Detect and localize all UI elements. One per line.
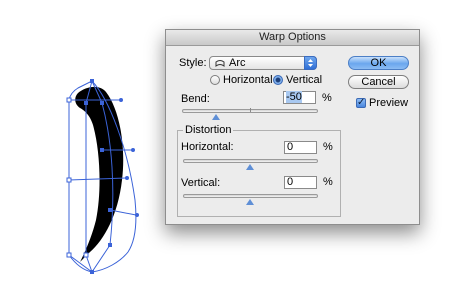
warped-shape — [75, 86, 124, 262]
arc-icon — [215, 60, 225, 67]
horizontal-distortion-slider-thumb[interactable] — [246, 164, 254, 170]
dialog-title[interactable]: Warp Options — [166, 30, 419, 46]
vertical-distortion-input[interactable]: 0 — [284, 176, 317, 189]
vertical-radio-label: Vertical — [286, 74, 323, 86]
horizontal-distortion-label: Horizontal: — [181, 141, 234, 153]
bend-value: -50 — [286, 91, 302, 103]
distortion-group-title: Distortion — [183, 124, 234, 136]
vertical-radio[interactable] — [273, 75, 283, 85]
vertical-distortion-slider[interactable] — [183, 194, 318, 198]
bend-unit: % — [322, 92, 332, 104]
vertical-distortion-slider-thumb[interactable] — [246, 199, 254, 205]
warp-options-dialog: Warp Options Style: Arc OK Cancel Horizo… — [165, 29, 420, 225]
distortion-group: Distortion Horizontal: 0 % Vertical: 0 % — [177, 124, 341, 217]
preview-checkbox[interactable]: ✓ — [356, 98, 366, 108]
style-select-value: Arc — [229, 57, 246, 69]
bend-slider-thumb[interactable] — [212, 114, 220, 120]
ok-button[interactable]: OK — [348, 56, 409, 70]
style-label: Style: — [179, 57, 207, 69]
vertical-distortion-label: Vertical: — [181, 177, 221, 189]
bend-slider-center-tick — [250, 108, 251, 112]
bend-label: Bend: — [181, 93, 210, 105]
cancel-button[interactable]: Cancel — [348, 75, 409, 89]
preview-label: Preview — [369, 97, 409, 109]
horizontal-radio-label: Horizontal — [223, 74, 273, 86]
bend-input[interactable]: -50 — [283, 91, 316, 104]
vertical-distortion-unit: % — [323, 176, 333, 188]
style-select[interactable]: Arc — [209, 56, 317, 70]
horizontal-distortion-unit: % — [323, 141, 333, 153]
horizontal-distortion-slider[interactable] — [183, 159, 318, 163]
horizontal-radio[interactable] — [210, 75, 220, 85]
horizontal-distortion-input[interactable]: 0 — [284, 141, 317, 154]
select-stepper-icon — [304, 56, 317, 70]
